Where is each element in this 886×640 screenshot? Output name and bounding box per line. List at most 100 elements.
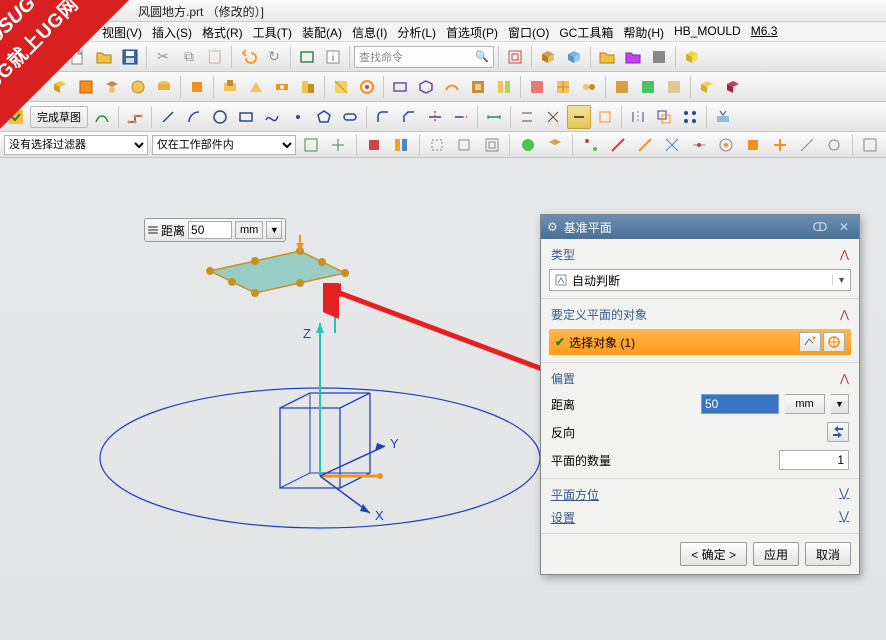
command-search-input[interactable]: 查找命令🔍 — [354, 46, 494, 68]
menu-view[interactable]: 视图(V) — [98, 24, 146, 39]
floating-distance-input[interactable]: 距离 mm ▼ — [144, 218, 286, 242]
paste-icon[interactable]: 📋 — [203, 45, 227, 69]
section-settings-header[interactable]: 设置⋁ — [549, 506, 851, 529]
feat-14-icon[interactable] — [388, 75, 412, 99]
snap-4-icon[interactable] — [660, 133, 683, 157]
info-icon[interactable]: i — [321, 45, 345, 69]
shade-3-icon[interactable] — [647, 45, 671, 69]
filter-2-icon[interactable] — [327, 133, 350, 157]
dialog-help-icon[interactable]: ↀ — [811, 219, 829, 235]
sk-mirror-icon[interactable] — [626, 105, 650, 129]
feat-3-icon[interactable] — [74, 75, 98, 99]
cancel-button[interactable]: 取消 — [805, 542, 851, 566]
ok-button[interactable]: < 确定 > — [680, 542, 747, 566]
exit-sketch-icon[interactable] — [4, 105, 28, 129]
feat-11-icon[interactable] — [296, 75, 320, 99]
sk-constr-1-icon[interactable] — [515, 105, 539, 129]
feat-8-icon[interactable] — [218, 75, 242, 99]
sk-fillet-icon[interactable] — [371, 105, 395, 129]
snap-6-icon[interactable] — [715, 133, 738, 157]
feat-6-icon[interactable] — [152, 75, 176, 99]
rect-icon[interactable] — [295, 45, 319, 69]
sk-proj-icon[interactable] — [711, 105, 735, 129]
dialog-close-icon[interactable]: ✕ — [835, 219, 853, 235]
feat-26-icon[interactable] — [721, 75, 745, 99]
undo-icon[interactable] — [236, 45, 260, 69]
snap-3-icon[interactable] — [633, 133, 656, 157]
count-input[interactable] — [779, 450, 849, 470]
sk-1-icon[interactable] — [90, 105, 114, 129]
menu-help[interactable]: 帮助(H) — [619, 24, 668, 39]
sk-chamfer-icon[interactable] — [397, 105, 421, 129]
menu-format[interactable]: 格式(R) — [198, 24, 247, 39]
sk-trim-icon[interactable] — [423, 105, 447, 129]
sk-dim-icon[interactable] — [482, 105, 506, 129]
feat-12-icon[interactable] — [329, 75, 353, 99]
snap-1-icon[interactable] — [579, 133, 602, 157]
sk-profile-icon[interactable] — [123, 105, 147, 129]
menu-info[interactable]: 信息(I) — [348, 24, 391, 39]
feat-17-icon[interactable] — [466, 75, 490, 99]
feat-7-icon[interactable] — [185, 75, 209, 99]
menu-window[interactable]: 窗口(O) — [504, 24, 553, 39]
snap-5-icon[interactable] — [687, 133, 710, 157]
sk-arc-icon[interactable] — [182, 105, 206, 129]
apply-button[interactable]: 应用 — [753, 542, 799, 566]
select-tool-1-icon[interactable] — [799, 332, 821, 352]
snap-2-icon[interactable] — [606, 133, 629, 157]
snap-11-icon[interactable] — [859, 133, 882, 157]
selection-scope-combo[interactable]: 仅在工作部件内 — [152, 135, 296, 155]
section-orientation-header[interactable]: 平面方位⋁ — [549, 483, 851, 506]
section-type-header[interactable]: 类型 ⋀ — [549, 243, 851, 266]
sk-line-icon[interactable] — [156, 105, 180, 129]
sk-constr-3-icon[interactable] — [567, 105, 591, 129]
distance-dropdown[interactable]: ▼ — [831, 394, 849, 414]
save-icon[interactable] — [118, 45, 142, 69]
redo-icon[interactable]: ↻ — [262, 45, 286, 69]
sk-constr-4-icon[interactable] — [593, 105, 617, 129]
section-objects-header[interactable]: 要定义平面的对象 ⋀ — [549, 303, 851, 326]
feat-13-icon[interactable] — [355, 75, 379, 99]
filter-5-icon[interactable] — [426, 133, 449, 157]
sk-constr-2-icon[interactable] — [541, 105, 565, 129]
feat-10-icon[interactable] — [270, 75, 294, 99]
feat-1-icon[interactable] — [22, 75, 46, 99]
menu-analyze[interactable]: 分析(L) — [393, 24, 440, 39]
view-rect-icon[interactable] — [503, 45, 527, 69]
menu-hbmould[interactable]: HB_MOULD — [670, 24, 745, 39]
menu-m63[interactable]: M6.3 — [747, 24, 782, 39]
feat-21-icon[interactable] — [577, 75, 601, 99]
feat-9-icon[interactable] — [244, 75, 268, 99]
feat-19-icon[interactable] — [525, 75, 549, 99]
feat-20-icon[interactable] — [551, 75, 575, 99]
distance-dropdown-icon[interactable]: ▼ — [266, 221, 282, 239]
feat-24-icon[interactable] — [662, 75, 686, 99]
filter-3-icon[interactable] — [363, 133, 386, 157]
filter-9-icon[interactable] — [543, 133, 566, 157]
cube-1-icon[interactable] — [680, 45, 704, 69]
snap-10-icon[interactable] — [823, 133, 846, 157]
shade-1-icon[interactable] — [536, 45, 560, 69]
feat-18-icon[interactable] — [492, 75, 516, 99]
selection-filter-combo[interactable]: 没有选择过滤器 — [4, 135, 148, 155]
sk-spline-icon[interactable] — [260, 105, 284, 129]
feat-15-icon[interactable] — [414, 75, 438, 99]
feat-25-icon[interactable] — [695, 75, 719, 99]
filter-4-icon[interactable] — [390, 133, 413, 157]
sk-pattern-icon[interactable] — [678, 105, 702, 129]
new-file-icon[interactable] — [66, 45, 90, 69]
sk-slot-icon[interactable] — [338, 105, 362, 129]
open-file-icon[interactable] — [92, 45, 116, 69]
feat-5-icon[interactable] — [126, 75, 150, 99]
menu-assemble[interactable]: 装配(A) — [298, 24, 346, 39]
sk-offset-icon[interactable] — [652, 105, 676, 129]
cut-icon[interactable]: ✂ — [151, 45, 175, 69]
feat-23-icon[interactable] — [636, 75, 660, 99]
filter-8-icon[interactable] — [516, 133, 539, 157]
menu-prefs[interactable]: 首选项(P) — [442, 24, 502, 39]
snap-9-icon[interactable] — [796, 133, 819, 157]
feat-4-icon[interactable] — [100, 75, 124, 99]
filter-7-icon[interactable] — [480, 133, 503, 157]
type-combo[interactable]: 自动判断 ▼ — [549, 269, 851, 291]
snap-7-icon[interactable] — [742, 133, 765, 157]
